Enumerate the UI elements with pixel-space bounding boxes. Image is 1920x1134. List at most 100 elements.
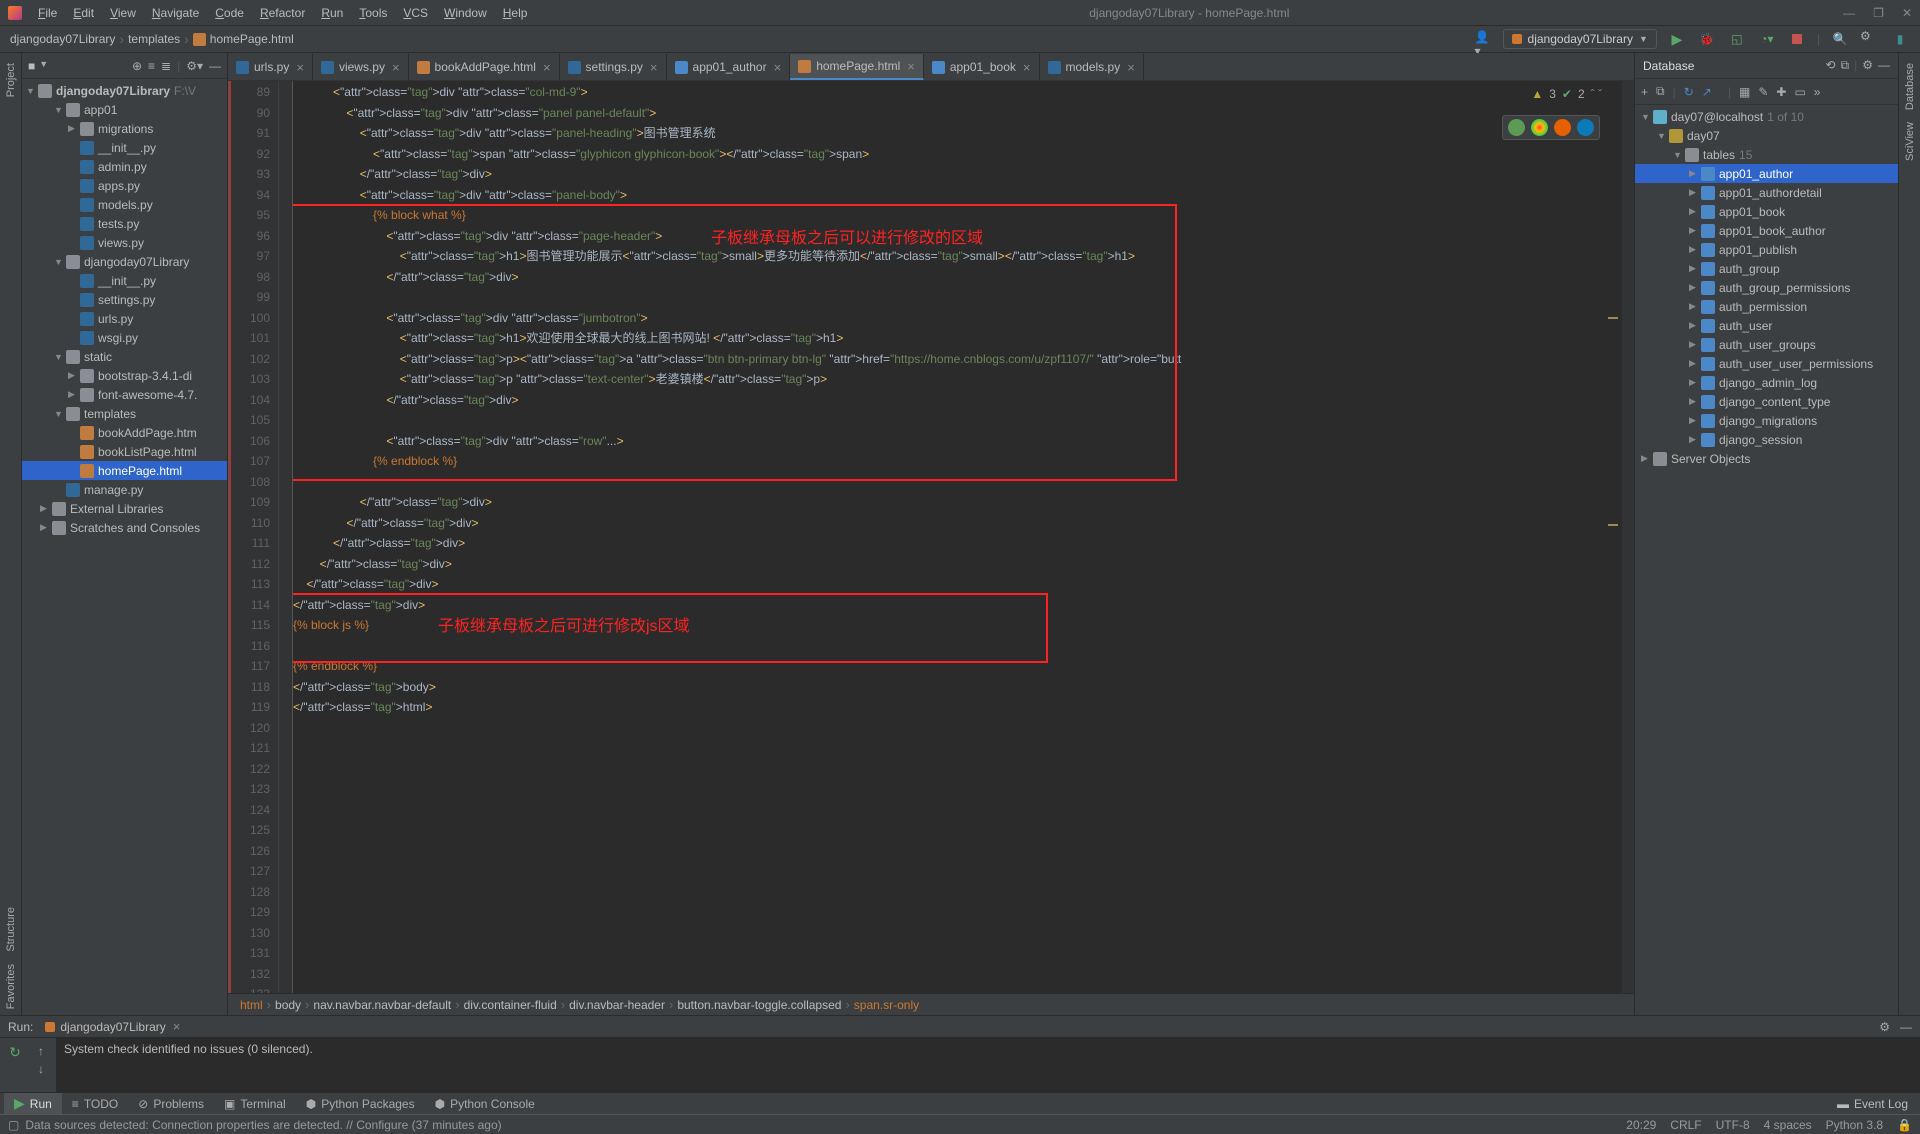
user-icon[interactable]: 👤▾ bbox=[1475, 30, 1493, 48]
close-tab-icon[interactable]: × bbox=[774, 60, 782, 75]
db-table[interactable]: ▶auth_user_groups bbox=[1635, 335, 1898, 354]
run-tab-label[interactable]: djangoday07Library bbox=[60, 1020, 165, 1034]
line-gutter[interactable]: 8990919293949596979899100101102103104105… bbox=[231, 81, 279, 993]
tree-item[interactable]: ▼djangoday07Library bbox=[22, 252, 227, 271]
menu-tools[interactable]: Tools bbox=[351, 6, 395, 20]
profile-button[interactable]: ◔▾ bbox=[1757, 29, 1777, 49]
tree-item[interactable]: ▶migrations bbox=[22, 119, 227, 138]
tree-item[interactable]: manage.py bbox=[22, 480, 227, 499]
settings-icon[interactable]: ⚙ bbox=[1879, 1020, 1890, 1034]
db-table[interactable]: ▶django_content_type bbox=[1635, 392, 1898, 411]
lock-icon[interactable]: 🔒 bbox=[1897, 1118, 1912, 1132]
search-icon[interactable]: 🔍 bbox=[1830, 29, 1850, 49]
tree-item[interactable]: tests.py bbox=[22, 214, 227, 233]
locate-icon[interactable]: ⊕ bbox=[132, 59, 142, 73]
hide-panel-icon[interactable]: — bbox=[209, 59, 221, 73]
favorites-tool-button[interactable]: Favorites bbox=[5, 958, 17, 1015]
tool-windows-icon[interactable]: ▢ bbox=[8, 1118, 19, 1132]
table-icon[interactable]: ▦ bbox=[1739, 85, 1750, 99]
more-icon[interactable]: » bbox=[1814, 85, 1821, 99]
menu-run[interactable]: Run bbox=[313, 6, 351, 20]
editor-tab[interactable]: views.py× bbox=[313, 54, 409, 80]
tree-item[interactable]: wsgi.py bbox=[22, 328, 227, 347]
error-stripe[interactable] bbox=[1622, 81, 1634, 993]
sciview-tool-button[interactable]: SciView bbox=[1904, 116, 1916, 167]
todo-tab-button[interactable]: ≡TODO bbox=[62, 1093, 128, 1114]
db-table[interactable]: ▶auth_user_user_permissions bbox=[1635, 354, 1898, 373]
editor-breadcrumb-item[interactable]: div.navbar-header bbox=[569, 998, 665, 1012]
close-icon[interactable]: ✕ bbox=[1902, 6, 1912, 20]
run-tool-header[interactable]: Run: djangoday07Library × ⚙ — bbox=[0, 1015, 1920, 1037]
status-time[interactable]: 20:29 bbox=[1626, 1118, 1656, 1132]
hide-panel-icon[interactable]: — bbox=[1900, 1020, 1912, 1034]
database-tool-button[interactable]: Database bbox=[1904, 57, 1916, 116]
status-line-ending[interactable]: CRLF bbox=[1670, 1118, 1701, 1132]
rerun-button[interactable]: ↻ bbox=[9, 1044, 21, 1061]
close-tab-icon[interactable]: × bbox=[1023, 60, 1031, 75]
tree-item[interactable]: admin.py bbox=[22, 157, 227, 176]
run-tab-button[interactable]: ▶Run bbox=[4, 1093, 62, 1114]
sync-icon[interactable]: ⟲ bbox=[1825, 58, 1835, 73]
coverage-button[interactable]: ◱ bbox=[1727, 29, 1747, 49]
db-table[interactable]: ▶auth_group_permissions bbox=[1635, 278, 1898, 297]
run-output[interactable]: System check identified no issues (0 sil… bbox=[56, 1038, 1920, 1092]
tree-item[interactable]: ▶External Libraries bbox=[22, 499, 227, 518]
expand-all-icon[interactable]: ≡ bbox=[148, 59, 155, 73]
editor-breadcrumb-item[interactable]: nav.navbar.navbar-default bbox=[313, 998, 451, 1012]
tree-item[interactable]: ▼app01 bbox=[22, 100, 227, 119]
breadcrumb[interactable]: djangoday07Library › templates › homePag… bbox=[10, 31, 294, 47]
python-console-tab-button[interactable]: ⬢Python Console bbox=[425, 1093, 545, 1114]
close-tab-icon[interactable]: × bbox=[173, 1019, 181, 1034]
project-tool-button[interactable]: Project bbox=[5, 57, 17, 103]
tree-item[interactable]: __init__.py bbox=[22, 138, 227, 157]
chrome-icon[interactable] bbox=[1531, 119, 1548, 136]
status-encoding[interactable]: UTF-8 bbox=[1716, 1118, 1750, 1132]
editor-tab[interactable]: models.py× bbox=[1040, 54, 1144, 80]
close-tab-icon[interactable]: × bbox=[1127, 60, 1135, 75]
db-table[interactable]: ▶auth_user bbox=[1635, 316, 1898, 335]
firefox-icon[interactable] bbox=[1554, 119, 1571, 136]
close-tab-icon[interactable]: × bbox=[907, 59, 915, 74]
run-button[interactable]: ▶ bbox=[1667, 29, 1687, 49]
tree-item[interactable]: homePage.html bbox=[22, 461, 227, 480]
database-toolbar[interactable]: + ⧉ | ↻ ↗ | ▦ ✎ ✚ ▭ » bbox=[1635, 79, 1898, 105]
status-interpreter[interactable]: Python 3.8 bbox=[1826, 1118, 1883, 1132]
db-table[interactable]: ▶app01_book_author bbox=[1635, 221, 1898, 240]
fold-column[interactable] bbox=[279, 81, 293, 993]
refresh-icon[interactable]: ↻ bbox=[1684, 85, 1694, 99]
db-table[interactable]: ▶app01_publish bbox=[1635, 240, 1898, 259]
breadcrumb-file[interactable]: homePage.html bbox=[210, 32, 294, 46]
tree-item[interactable]: ▶bootstrap-3.4.1-di bbox=[22, 366, 227, 385]
run-configuration-dropdown[interactable]: djangoday07Library ▼ bbox=[1503, 29, 1657, 49]
editor-breadcrumb-item[interactable]: span.sr-only bbox=[854, 998, 919, 1012]
tree-item[interactable]: ▶font-awesome-4.7. bbox=[22, 385, 227, 404]
add-icon[interactable]: + bbox=[1641, 85, 1648, 99]
key-icon[interactable]: ✚ bbox=[1776, 85, 1786, 99]
db-table[interactable]: ▶auth_group bbox=[1635, 259, 1898, 278]
maximize-icon[interactable]: ❐ bbox=[1873, 6, 1884, 20]
editor-breadcrumb-item[interactable]: div.container-fluid bbox=[464, 998, 557, 1012]
project-tree[interactable]: ▼ djangoday07Library F:\V ▼app01▶migrati… bbox=[22, 79, 227, 1015]
db-server-objects[interactable]: ▶Server Objects bbox=[1635, 449, 1898, 468]
editor-tab[interactable]: urls.py× bbox=[228, 54, 313, 80]
event-log-button[interactable]: ▬Event Log bbox=[1837, 1097, 1908, 1111]
db-datasource[interactable]: ▼day07@localhost 1 of 10 bbox=[1635, 107, 1898, 126]
menu-refactor[interactable]: Refactor bbox=[252, 6, 313, 20]
inspections-widget[interactable]: ▲3 ✔2 ˆ ˇ bbox=[1527, 85, 1606, 103]
close-tab-icon[interactable]: × bbox=[296, 60, 304, 75]
up-icon[interactable]: ↑ bbox=[38, 1044, 44, 1058]
settings-icon[interactable]: ⚙ bbox=[1862, 58, 1873, 73]
tree-item[interactable]: bookAddPage.htm bbox=[22, 423, 227, 442]
tree-item[interactable]: ▼static bbox=[22, 347, 227, 366]
menu-code[interactable]: Code bbox=[207, 6, 252, 20]
status-indent[interactable]: 4 spaces bbox=[1764, 1118, 1812, 1132]
editor-tab[interactable]: app01_book× bbox=[924, 54, 1040, 80]
structure-tool-button[interactable]: Structure bbox=[5, 901, 17, 958]
code-editor[interactable]: ▲3 ✔2 ˆ ˇ 子板继承母板之后可以进行修改的区域 子板继承母板之后可进行修… bbox=[293, 81, 1622, 993]
close-tab-icon[interactable]: × bbox=[392, 60, 400, 75]
jump-to-console-icon[interactable]: ↗ bbox=[1702, 85, 1712, 99]
diff-icon[interactable]: ⧉ bbox=[1841, 58, 1850, 73]
database-tree[interactable]: ▼day07@localhost 1 of 10▼day07▼tables 15… bbox=[1635, 105, 1898, 1015]
editor-breadcrumb-item[interactable]: body bbox=[275, 998, 301, 1012]
status-message[interactable]: Data sources detected: Connection proper… bbox=[25, 1118, 501, 1132]
